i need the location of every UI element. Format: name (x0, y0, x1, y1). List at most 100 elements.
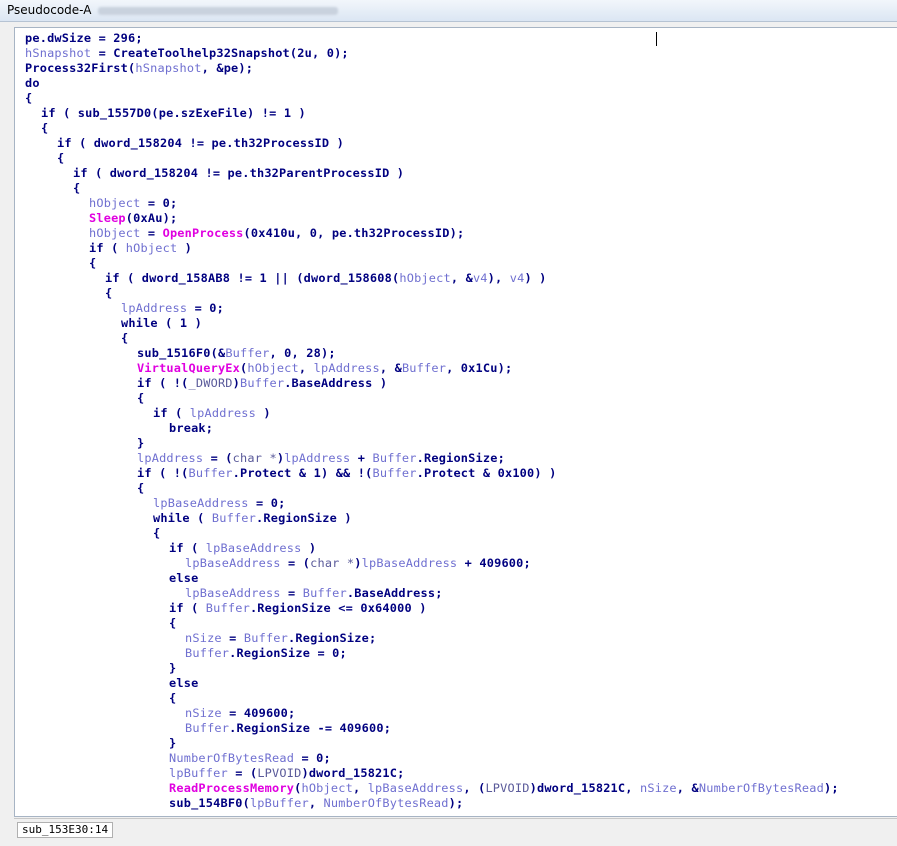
code-line[interactable]: lpBaseAddress = 0; (153, 496, 285, 511)
code-token: { (89, 256, 97, 270)
code-line[interactable]: lpBuffer = (LPVOID)dword_15821C; (169, 766, 405, 781)
code-line[interactable]: if ( !(_DWORD)Buffer.BaseAddress ) (137, 376, 387, 391)
code-line[interactable]: { (89, 256, 96, 271)
code-line[interactable]: if ( lpAddress ) (153, 406, 271, 421)
code-line[interactable]: { (105, 286, 112, 301)
code-token: hObject (89, 196, 141, 210)
code-line[interactable]: { (121, 331, 128, 346)
code-line[interactable]: else (169, 571, 198, 586)
code-line[interactable]: { (25, 91, 32, 106)
code-token: if ( dword_158204 != pe.th32ProcessID ) (57, 136, 344, 150)
code-line[interactable]: { (57, 151, 64, 166)
code-token: + (350, 451, 373, 465)
code-token: Sleep (89, 211, 126, 225)
code-token: if ( dword_158AB8 != 1 || (dword_158608( (105, 271, 400, 285)
code-line[interactable]: sub_154BF0(lpBuffer, NumberOfBytesRead); (169, 796, 463, 811)
code-line[interactable]: if ( dword_158AB8 != 1 || (dword_158608(… (105, 271, 547, 286)
code-token: Buffer (211, 511, 257, 525)
code-line[interactable]: if ( hObject ) (89, 241, 192, 256)
code-line[interactable]: while ( Buffer.RegionSize ) (153, 511, 352, 526)
code-token: lpBaseAddress (185, 556, 281, 570)
code-line[interactable]: lpAddress = (char *)lpAddress + Buffer.R… (137, 451, 505, 466)
code-token: lpAddress (137, 451, 204, 465)
code-line[interactable]: hObject = 0; (89, 196, 177, 211)
code-token: .RegionSize <= 0x64000 ) (249, 601, 427, 615)
code-line[interactable]: Sleep(0xAu); (89, 211, 177, 226)
code-token: + 409600; (457, 556, 531, 570)
code-token: { (73, 181, 81, 195)
code-token: lpBaseAddress (361, 556, 458, 570)
code-line[interactable]: { (169, 616, 176, 631)
code-token: = ( (280, 556, 311, 570)
code-token: sub_1516F0(& (137, 346, 226, 360)
code-token: if ( dword_158204 != pe.th32ParentProces… (73, 166, 405, 180)
code-token: if ( (169, 541, 206, 555)
code-line[interactable]: if ( dword_158204 != pe.th32ProcessID ) (57, 136, 344, 151)
code-token: { (57, 151, 65, 165)
code-token: LPVOID (485, 781, 530, 795)
code-token: while ( 1 ) (121, 316, 202, 330)
code-line[interactable]: } (169, 661, 176, 676)
window-titlebar[interactable]: Pseudocode-A (0, 0, 897, 22)
code-token: , & (379, 361, 402, 375)
code-token: , 0, 28); (269, 346, 336, 360)
code-token: { (25, 91, 33, 105)
code-line[interactable]: } (169, 736, 176, 751)
code-token: lpBaseAddress (153, 496, 249, 510)
code-line[interactable]: { (41, 121, 48, 136)
code-token: lpAddress (313, 361, 380, 375)
code-line[interactable]: nSize = Buffer.RegionSize; (185, 631, 376, 646)
code-line[interactable]: lpBaseAddress = (char *)lpBaseAddress + … (185, 556, 531, 571)
code-token: lpBaseAddress (185, 586, 281, 600)
code-token: ) ) (524, 271, 547, 285)
code-token: ) (301, 541, 317, 555)
code-line[interactable]: Process32First(hSnapshot, &pe); (25, 61, 253, 76)
code-line[interactable]: else (169, 676, 198, 691)
code-token: Buffer (205, 601, 250, 615)
code-line[interactable]: if ( sub_1557D0(pe.szExeFile) != 1 ) (41, 106, 306, 121)
code-line[interactable]: hSnapshot = CreateToolhelp32Snapshot(2u,… (25, 46, 349, 61)
code-line[interactable]: lpAddress = 0; (121, 301, 224, 316)
code-line[interactable]: if ( Buffer.RegionSize <= 0x64000 ) (169, 601, 427, 616)
code-token: while ( (153, 511, 212, 525)
code-line[interactable]: { (137, 481, 144, 496)
code-token: hObject (89, 226, 141, 240)
code-line[interactable]: hObject = OpenProcess(0x410u, 0, pe.th32… (89, 226, 464, 241)
code-line[interactable]: nSize = 409600; (185, 706, 295, 721)
code-line[interactable]: lpBaseAddress = Buffer.BaseAddress; (185, 586, 443, 601)
code-line[interactable]: { (137, 391, 144, 406)
code-line[interactable]: Buffer.RegionSize -= 409600; (185, 721, 391, 736)
code-token: ReadProcessMemory (169, 781, 295, 795)
code-token: , &pe); (201, 61, 254, 75)
code-token: (0x410u, 0, pe.th32ProcessID); (243, 226, 465, 240)
code-line[interactable]: break; (169, 421, 213, 436)
code-token: char * (310, 556, 355, 570)
code-line[interactable]: NumberOfBytesRead = 0; (169, 751, 331, 766)
code-line[interactable]: if ( dword_158204 != pe.th32ParentProces… (73, 166, 404, 181)
code-token: NumberOfBytesRead (698, 781, 824, 795)
code-token: ) (354, 556, 362, 570)
code-token: = (221, 631, 244, 645)
code-token: hSnapshot (135, 61, 202, 75)
code-line[interactable]: { (153, 526, 160, 541)
code-token: if ( (153, 406, 190, 420)
code-line[interactable]: Buffer.RegionSize = 0; (185, 646, 347, 661)
code-line[interactable]: while ( 1 ) (121, 316, 202, 331)
code-line[interactable]: if ( lpBaseAddress ) (169, 541, 316, 556)
code-line[interactable]: if ( !(Buffer.Protect & 1) && !(Buffer.P… (137, 466, 556, 481)
pseudocode-editor[interactable]: pe.dwSize = 296; hSnapshot = CreateToolhe… (14, 27, 897, 817)
code-line[interactable]: } (137, 436, 144, 451)
code-line[interactable]: { (169, 691, 176, 706)
code-line[interactable]: VirtualQueryEx(hObject, lpAddress, &Buff… (137, 361, 512, 376)
code-line[interactable]: pe.dwSize = 296; (25, 31, 143, 46)
code-token: if ( !( (137, 466, 189, 480)
code-line[interactable]: { (73, 181, 80, 196)
code-token: if ( sub_1557D0(pe.szExeFile) != 1 ) (41, 106, 306, 120)
code-line[interactable]: ReadProcessMemory(hObject, lpBaseAddress… (169, 781, 839, 796)
code-line[interactable]: sub_1516F0(&Buffer, 0, 28); (137, 346, 336, 361)
code-token: hObject (301, 781, 353, 795)
code-token: , 0x1Cu); (446, 361, 513, 375)
code-token: do (25, 76, 40, 90)
code-token: pe.dwSize = 296; (25, 31, 143, 45)
code-line[interactable]: do (25, 76, 40, 91)
